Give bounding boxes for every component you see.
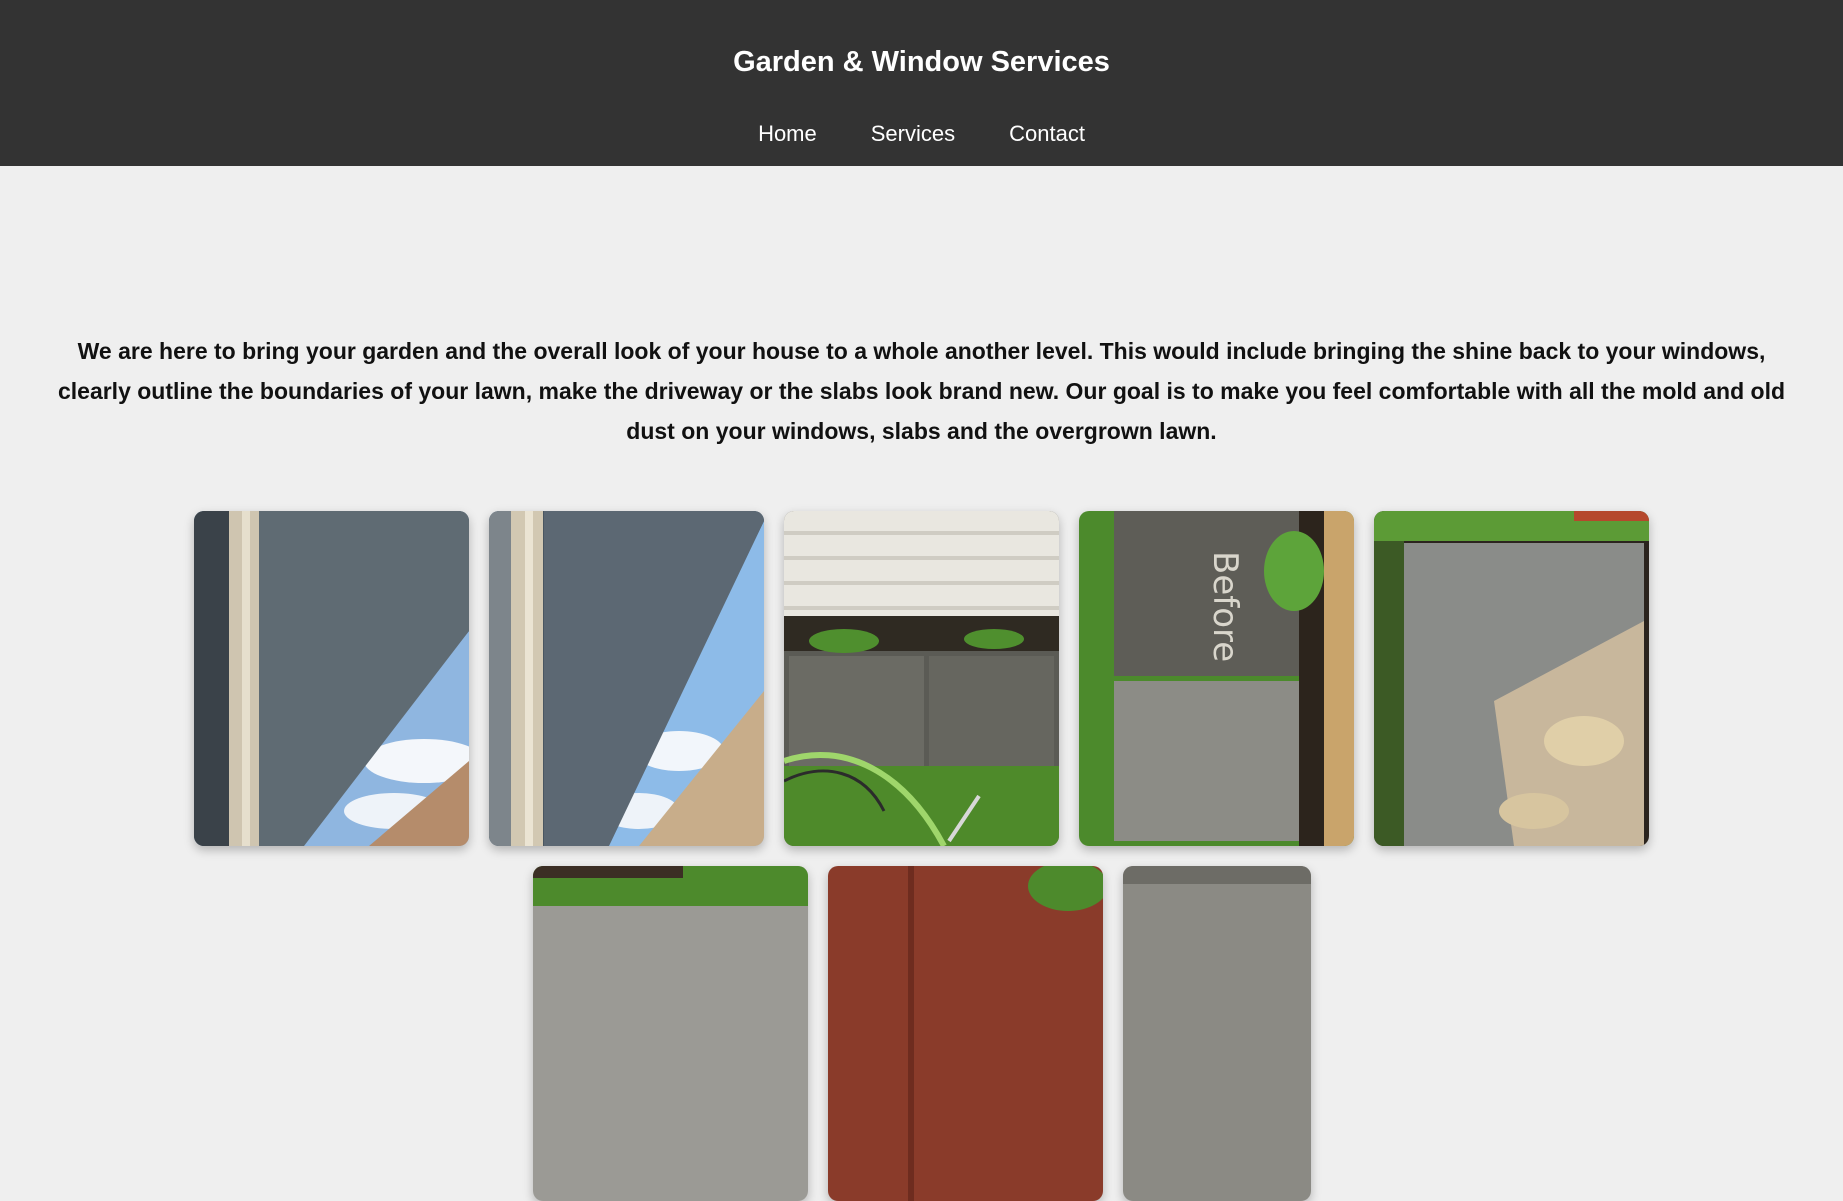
gallery-image: [827, 866, 1103, 1201]
gallery-image: [532, 866, 808, 1201]
before-slabs-image: Before: [1079, 511, 1354, 846]
gallery-photo-window-2[interactable]: [489, 511, 764, 846]
main-nav: Home Services Contact: [0, 120, 1843, 148]
gallery-image: [1122, 866, 1311, 1201]
clean-slab-image: [1374, 511, 1649, 846]
slabs-photo-image: [784, 511, 1059, 846]
window-photo-image: [194, 511, 469, 846]
window-photo-image: [489, 511, 764, 846]
gallery-photo-row2-1[interactable]: [532, 866, 808, 1201]
gallery-photo-slabs-hose[interactable]: [784, 511, 1059, 846]
gallery-row: Before: [0, 511, 1843, 846]
gallery-photo-row2-2[interactable]: [827, 866, 1103, 1201]
gallery-photo-before-slabs[interactable]: Before: [1079, 511, 1354, 846]
gallery-row: [0, 866, 1843, 1201]
intro-paragraph: We are here to bring your garden and the…: [57, 338, 1786, 444]
gallery-photo-row2-3[interactable]: [1122, 866, 1311, 1201]
nav-services-link[interactable]: Services: [871, 120, 955, 148]
site-title: Garden & Window Services: [733, 46, 1110, 78]
gallery-photo-window-1[interactable]: [194, 511, 469, 846]
nav-contact-link[interactable]: Contact: [1009, 120, 1085, 148]
nav-home-link[interactable]: Home: [758, 120, 817, 148]
gallery-photo-clean-slab[interactable]: [1374, 511, 1649, 846]
chalk-before-text: Before: [1205, 551, 1245, 662]
site-header: Garden & Window Services Home Services C…: [0, 0, 1843, 166]
